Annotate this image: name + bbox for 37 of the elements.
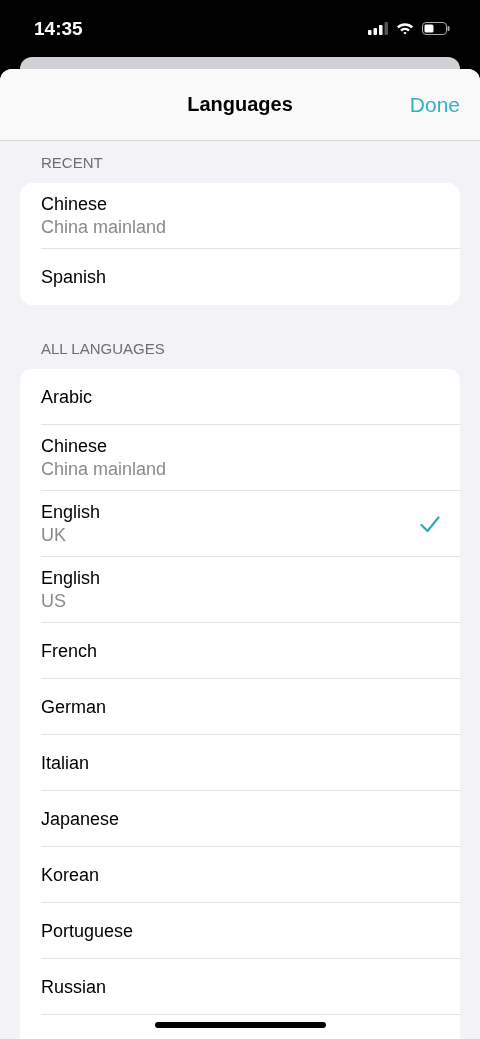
language-row[interactable]: Russian [20, 959, 460, 1015]
language-name: English [41, 567, 101, 590]
language-name: French [41, 639, 98, 663]
language-name: English [41, 501, 101, 524]
language-row[interactable]: Italian [20, 735, 460, 791]
signal-icon [368, 22, 388, 35]
wifi-icon [396, 22, 414, 35]
language-row[interactable]: Chinese China mainland [20, 183, 460, 249]
language-region: UK [41, 524, 67, 547]
language-row[interactable]: French [20, 623, 460, 679]
language-region: China mainland [41, 216, 167, 239]
status-time: 14:35 [34, 17, 83, 40]
language-name: Chinese [41, 435, 109, 458]
language-row[interactable]: English UK [20, 491, 460, 557]
language-name: Japanese [41, 807, 120, 831]
language-name: German [41, 695, 107, 719]
language-row[interactable]: Chinese China mainland [20, 425, 460, 491]
language-row[interactable]: Korean [20, 847, 460, 903]
language-row[interactable]: German [20, 679, 460, 735]
language-region: US [41, 590, 67, 613]
language-name: Portuguese [41, 919, 134, 943]
language-region: China mainland [41, 458, 167, 481]
language-row[interactable]: English US [20, 557, 460, 623]
sheet-title: Languages [187, 93, 293, 116]
section-header: RECENT [40, 153, 104, 173]
language-row[interactable]: Portuguese [20, 903, 460, 959]
language-row[interactable]: Arabic [20, 369, 460, 425]
language-name: Russian [41, 975, 107, 999]
language-name: Korean [41, 863, 100, 887]
language-name: Chinese [41, 193, 109, 216]
battery-icon [422, 22, 450, 35]
language-name: Italian [41, 751, 90, 775]
language-name: Arabic [41, 385, 93, 409]
language-name: Spanish [41, 265, 107, 289]
language-row[interactable]: Japanese [20, 791, 460, 847]
section-header: ALL LANGUAGES [40, 339, 166, 359]
language-row[interactable]: Spanish [20, 249, 460, 305]
